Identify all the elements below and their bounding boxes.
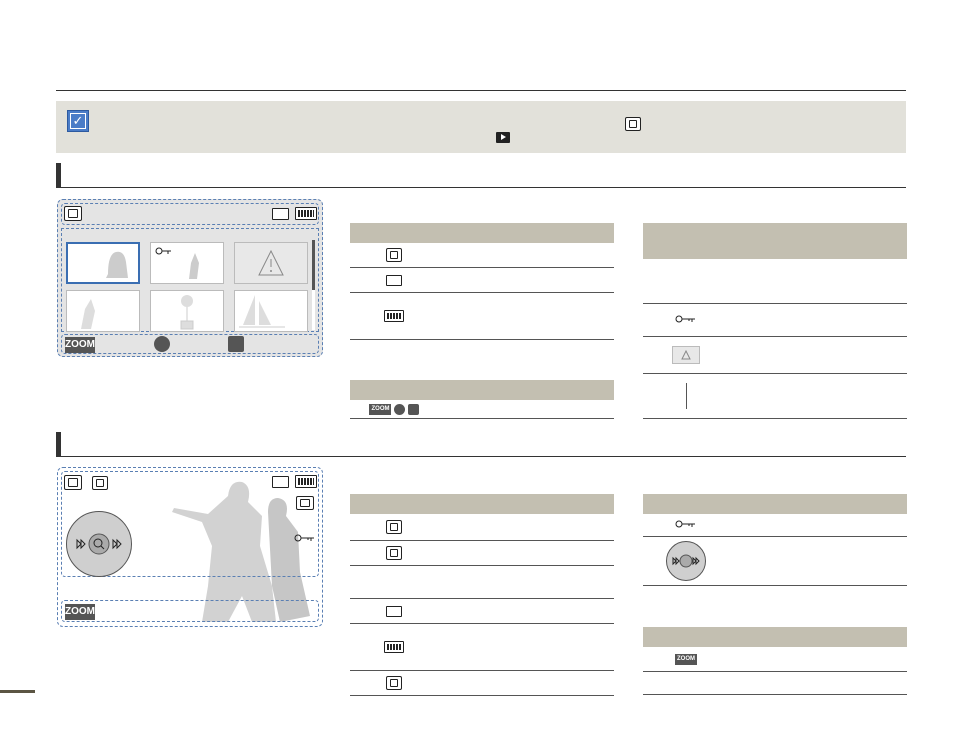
thumbnail-bottom-bar — [61, 334, 319, 354]
table-thumbnail-icons — [350, 223, 614, 340]
playback-wheel[interactable] — [66, 511, 132, 577]
scroll-thumb[interactable] — [312, 240, 315, 290]
battery-icon — [384, 310, 404, 322]
thumbnail-flower[interactable] — [150, 290, 224, 332]
memory-card-icon — [386, 605, 402, 617]
dpad-icon — [394, 403, 405, 415]
play-mode-icon — [625, 117, 641, 131]
table-thumbnail-status — [643, 223, 907, 419]
play-mode-icon — [386, 248, 402, 262]
zoom-label: ZOOM — [65, 337, 95, 353]
slideshow-icon — [386, 546, 402, 560]
single-view-screen: ZOOM — [57, 467, 323, 627]
battery-icon — [295, 207, 317, 220]
thumbnail-error[interactable] — [234, 242, 308, 284]
section2-rule — [56, 456, 906, 457]
thumbnail-sailboat[interactable] — [234, 290, 308, 332]
thumbnail-soccer[interactable] — [66, 290, 140, 332]
table-single-view-status — [643, 494, 907, 586]
section1-rule — [56, 187, 906, 188]
zoom-icon: ZOOM — [369, 403, 392, 415]
table-single-view-icons — [350, 494, 614, 696]
single-view-bottom-bar — [61, 600, 319, 622]
table-single-view-buttons: ZOOM — [643, 627, 907, 695]
section1-marker — [56, 163, 61, 187]
dpad-icon — [154, 336, 170, 352]
warning-icon — [672, 346, 700, 364]
table-header-desc — [438, 223, 614, 243]
memory-card-icon — [386, 274, 402, 286]
battery-icon — [384, 641, 404, 653]
play-mode-icon — [386, 520, 402, 534]
zoom-icon: ZOOM — [675, 653, 697, 665]
note-band — [56, 101, 906, 153]
memory-card-icon — [272, 208, 289, 220]
ok-button-icon — [407, 403, 419, 415]
top-rule — [56, 90, 906, 91]
protect-key-icon — [675, 315, 695, 323]
thumbnail-selected[interactable] — [66, 242, 140, 284]
thumbnail-protected[interactable] — [150, 242, 224, 284]
photo-resolution-icon — [386, 676, 402, 690]
note-check-icon: ✓ — [67, 110, 89, 132]
ok-button-icon — [228, 336, 244, 352]
zoom-label: ZOOM — [65, 604, 95, 620]
play-mode-icon — [64, 206, 82, 221]
thumbnail-screen: ZOOM — [57, 199, 323, 357]
page-marker — [0, 690, 35, 693]
scroll-bar-icon — [685, 383, 687, 409]
protect-key-icon — [675, 520, 695, 528]
section2-marker — [56, 432, 61, 456]
play-button-icon — [496, 132, 510, 143]
table-header-icon — [350, 223, 438, 243]
playback-wheel-icon — [666, 541, 706, 581]
table-thumbnail-buttons: ZOOM — [350, 380, 614, 419]
